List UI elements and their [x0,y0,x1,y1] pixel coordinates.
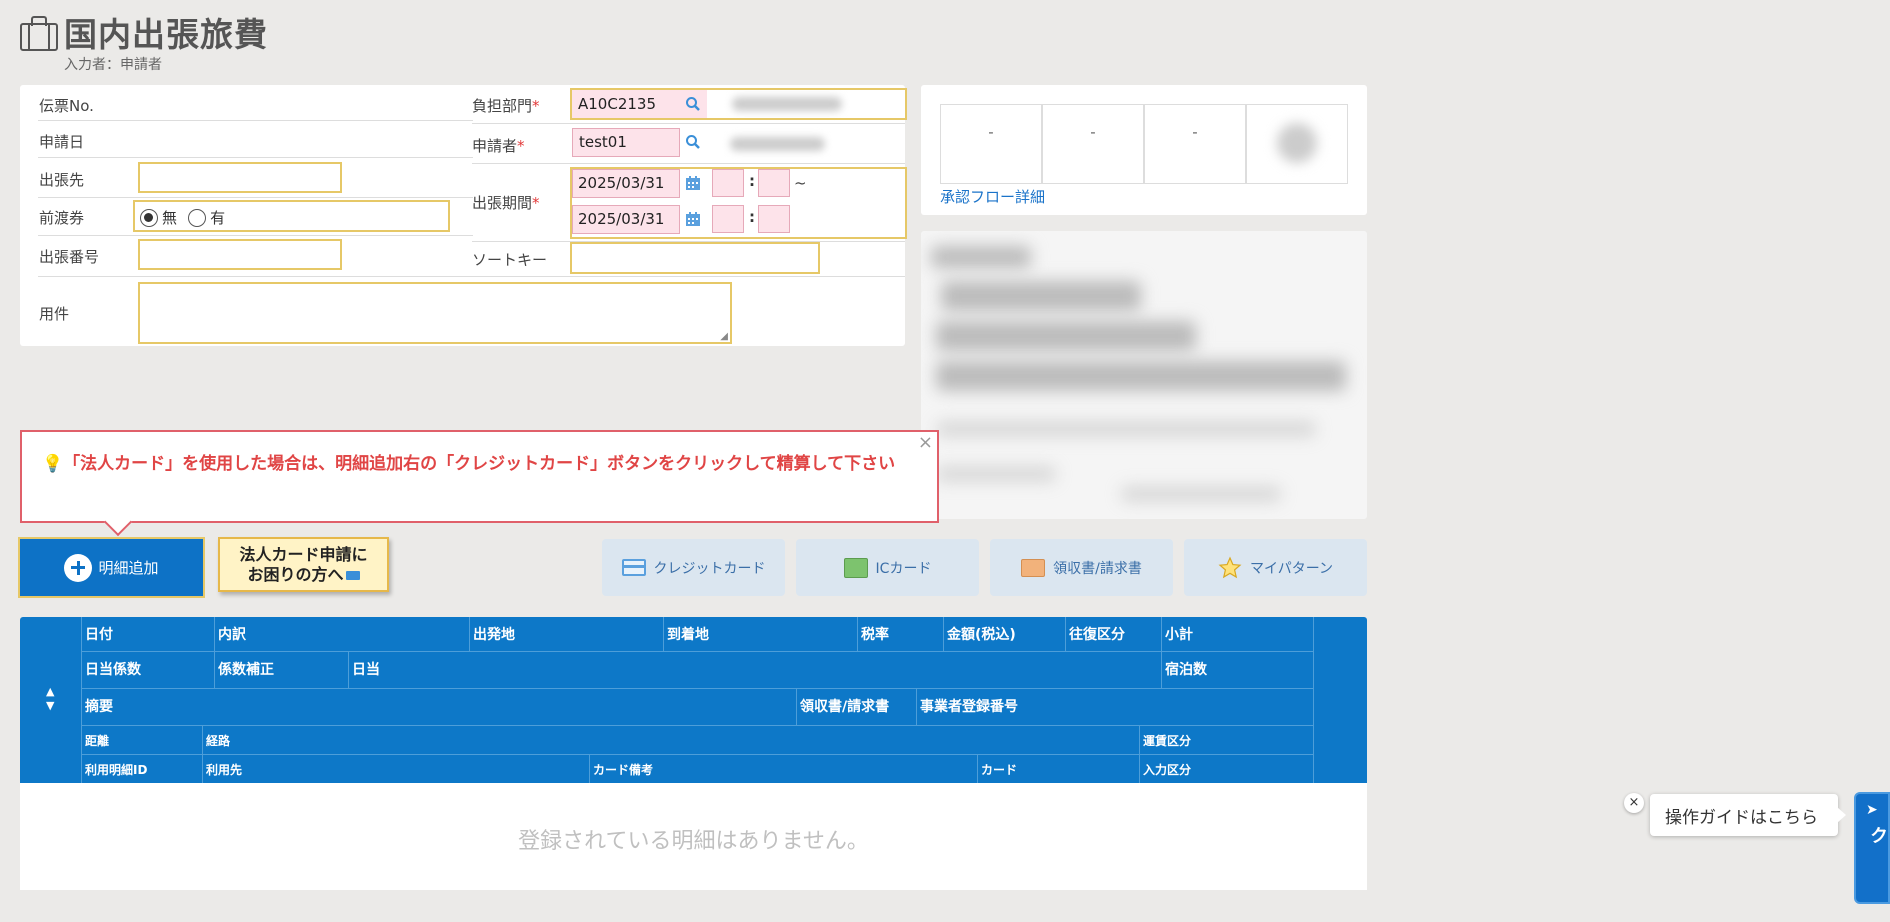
apply-date-label: 申請日 [39,133,85,151]
approval-panel: - - - 承認フロー詳細 [921,85,1367,215]
approval-step-3: - [1144,104,1246,184]
advance-ticket-radio-group: 無 有 [133,200,450,232]
col-card: カード [978,755,1140,783]
period-group: 2025/03/31 : ~ 2025/03/31 : [570,167,907,239]
col-daily-coef: 日当係数 [82,652,215,688]
sort-toggle[interactable]: ▲ ▼ [46,685,54,713]
col-amount: 金額(税込) [944,617,1066,651]
guide-click-tab[interactable]: ➤ クリック [1854,792,1890,904]
card-icon [345,571,360,580]
ic-card-button[interactable]: ICカード [796,539,979,596]
plus-icon [64,553,93,582]
form-panel: 伝票No. 申請日 出張先 前渡券 無 有 出張番号 用件 ◢ 負担部門* A1… [20,85,907,346]
period-start-field[interactable]: 2025/03/31 [572,169,680,198]
col-round-trip: 往復区分 [1066,617,1162,651]
col-input-type: 入力区分 [1143,763,1192,777]
receipt-button[interactable]: 領収書/請求書 [990,539,1173,596]
col-registration-no: 事業者登録番号 [920,699,1018,715]
lightbulb-icon: 💡 [42,454,64,474]
sort-key-field[interactable] [570,242,820,274]
col-distance: 距離 [82,726,203,754]
applicant-field[interactable]: test01 [572,128,680,157]
period-start-hour[interactable] [712,169,744,197]
period-end-calendar-button[interactable] [680,206,706,232]
advance-no-radio[interactable] [140,208,158,227]
detail-table-header: ▲ ▼ 日付 内訳 出発地 到着地 税率 金額(税込) 往復区分 小計 日当係数… [20,617,1367,783]
detail-table-body: 登録されている明細はありません。 [20,783,1367,890]
destination-field[interactable] [138,162,342,193]
approval-stamp [1246,104,1348,184]
period-end-hour[interactable] [712,205,744,233]
info-panel [921,231,1367,519]
col-card-note: カード備考 [590,755,978,783]
col-breakdown: 内訳 [215,617,470,651]
notice-text: 「法人カード」を使用した場合は、明細追加右の「クレジットカード」ボタンをクリック… [63,454,896,474]
applicant-label: 申請者* [472,137,525,155]
col-coef-adjust: 係数補正 [215,652,349,688]
credit-card-icon [621,559,646,576]
col-route: 経路 [203,726,1140,754]
purpose-label: 用件 [39,305,70,323]
sort-down-icon: ▼ [46,699,55,712]
advance-ticket-label: 前渡券 [39,209,85,227]
applicant-search-button[interactable] [680,129,706,155]
col-receipt: 領収書/請求書 [797,689,917,725]
approval-flow-detail-link[interactable]: 承認フロー詳細 [940,186,1045,207]
close-icon[interactable]: × [918,432,933,453]
col-summary: 摘要 [82,689,797,725]
col-usage-id: 利用明細ID [82,755,203,783]
receipt-icon [1021,558,1046,577]
page-title: 国内出張旅費 [64,15,268,54]
advance-yes-radio[interactable] [188,208,207,227]
period-start-calendar-button[interactable] [680,170,706,196]
add-detail-button[interactable]: 明細追加 [18,537,205,598]
my-pattern-button[interactable]: マイパターン [1184,539,1367,596]
destination-label: 出張先 [39,171,85,189]
col-fare-type: 運賃区分 [1143,734,1192,748]
col-subtotal: 小計 [1165,627,1193,643]
dept-label: 負担部門* [472,97,540,115]
col-departure: 出発地 [470,617,664,651]
sort-key-label: ソートキー [472,251,548,269]
period-start-minute[interactable] [758,169,790,197]
trip-number-label: 出張番号 [39,248,100,266]
purpose-textarea[interactable]: ◢ [138,282,732,344]
period-label: 出張期間* [472,194,540,212]
suitcase-icon [18,13,60,51]
calendar-icon [686,176,700,190]
cursor-icon: ➤ [1866,802,1878,818]
ic-card-icon [843,557,868,578]
page-header: 国内出張旅費 入力者：申請者 [18,8,268,74]
dept-field[interactable]: A10C2135 [570,88,907,120]
trip-number-field[interactable] [138,239,342,270]
sort-up-icon: ▲ [46,685,55,698]
col-nights: 宿泊数 [1165,662,1207,678]
credit-card-button[interactable]: クレジットカード [602,539,785,596]
star-icon [1218,556,1242,578]
col-vendor: 利用先 [203,755,590,783]
col-date: 日付 [82,617,215,651]
corporate-card-help-button[interactable]: 法人カード申請に お困りの方へ [218,537,389,592]
operation-guide-bubble[interactable]: 操作ガイドはこちら [1650,794,1846,836]
empty-message: 登録されている明細はありません。 [518,829,869,854]
corporate-card-notice: 💡「法人カード」を使用した場合は、明細追加右の「クレジットカード」ボタンをクリッ… [20,430,939,523]
search-icon [686,135,700,149]
search-icon [686,97,700,111]
col-arrival: 到着地 [664,617,858,651]
period-end-field[interactable]: 2025/03/31 [572,205,680,234]
calendar-icon [686,212,700,226]
slip-no-label: 伝票No. [39,97,94,115]
entrant-label: 入力者：申請者 [64,57,162,73]
dept-search-button[interactable] [680,91,706,117]
guide-close-button[interactable]: × [1624,793,1644,813]
period-end-minute[interactable] [758,205,790,233]
approval-step-2: - [1042,104,1144,184]
col-daily-allowance: 日当 [349,652,1162,688]
resize-handle-icon[interactable]: ◢ [720,331,728,342]
approval-step-1: - [940,104,1042,184]
col-tax-rate: 税率 [858,617,944,651]
